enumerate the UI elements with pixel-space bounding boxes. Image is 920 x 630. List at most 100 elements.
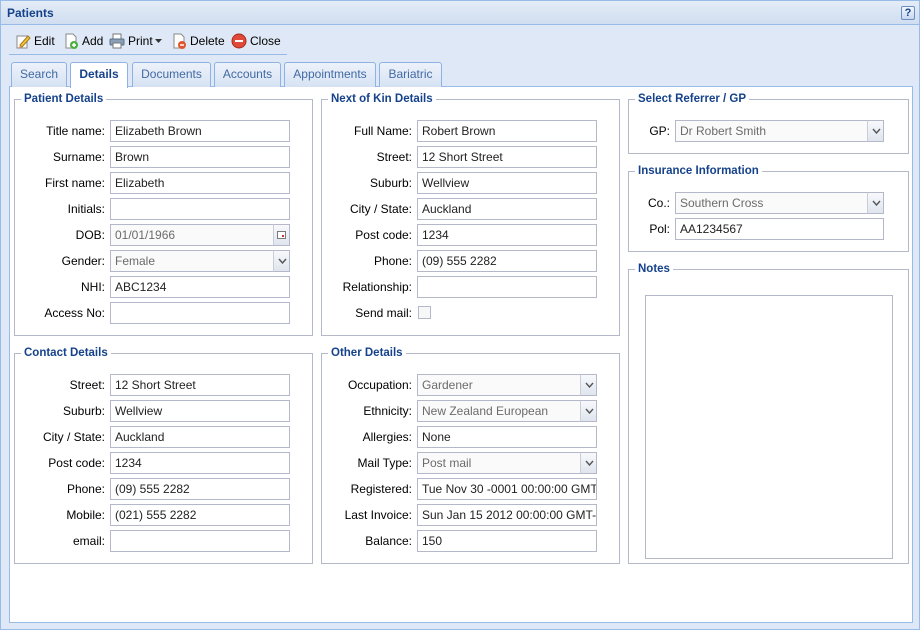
- tab-appointments[interactable]: Appointments: [284, 62, 376, 87]
- nok-suburb-label: Suburb:: [369, 176, 412, 190]
- add-button[interactable]: Add: [61, 31, 105, 51]
- contact-city-row: City / State: Auckland: [15, 426, 314, 448]
- help-button[interactable]: ?: [901, 6, 915, 20]
- last-invoice-input[interactable]: Sun Jan 15 2012 00:00:00 GMT-: [417, 504, 597, 526]
- ethnicity-dropdown-trigger[interactable]: [580, 400, 597, 422]
- contact-city-label: City / State:: [42, 430, 105, 444]
- referrer-fieldset: Select Referrer / GP GP: Dr Robert Smith: [628, 93, 909, 154]
- close-label: Close: [250, 34, 281, 48]
- insurance-policy-input[interactable]: AA1234567: [675, 218, 884, 240]
- tab-strip: Search Details Documents Accounts Appoin…: [9, 61, 913, 88]
- tab-details[interactable]: Details: [70, 62, 128, 88]
- insurance-company-dropdown-trigger[interactable]: [867, 192, 884, 214]
- nok-suburb-input[interactable]: Wellview: [417, 172, 597, 194]
- patient-details-legend: Patient Details: [24, 93, 104, 105]
- other-details-legend: Other Details: [331, 347, 403, 359]
- balance-label: Balance:: [365, 534, 412, 548]
- contact-mobile-input[interactable]: (021) 555 2282: [110, 504, 290, 526]
- delete-page-icon: [173, 33, 186, 49]
- contact-postcode-input[interactable]: 1234: [110, 452, 290, 474]
- contact-street-input[interactable]: 12 Short Street: [110, 374, 290, 396]
- tab-bariatric[interactable]: Bariatric: [379, 62, 442, 87]
- nok-relationship-row: Relationship:: [322, 276, 621, 298]
- access-no-row: Access No:: [15, 302, 314, 324]
- balance-input[interactable]: 150: [417, 530, 597, 552]
- delete-label: Delete: [190, 34, 225, 48]
- tab-search[interactable]: Search: [11, 62, 67, 87]
- contact-city-input[interactable]: Auckland: [110, 426, 290, 448]
- contact-mobile-row: Mobile: (021) 555 2282: [15, 504, 314, 526]
- gp-row: GP: Dr Robert Smith: [629, 120, 910, 142]
- initials-row: Initials:: [15, 198, 314, 220]
- contact-suburb-input[interactable]: Wellview: [110, 400, 290, 422]
- chevron-down-icon: [154, 38, 162, 43]
- mail-type-row: Mail Type: Post mail: [322, 452, 621, 474]
- calendar-icon: [277, 231, 286, 239]
- surname-row: Surname: Brown: [15, 146, 314, 168]
- tab-documents[interactable]: Documents: [132, 62, 211, 87]
- allergies-input[interactable]: None: [417, 426, 597, 448]
- nok-suburb-row: Suburb: Wellview: [322, 172, 621, 194]
- initials-input[interactable]: [110, 198, 290, 220]
- gender-dropdown-trigger[interactable]: [273, 250, 290, 272]
- edit-button[interactable]: Edit: [13, 31, 57, 51]
- title-name-input[interactable]: Elizabeth Brown: [110, 120, 290, 142]
- mail-type-select[interactable]: Post mail: [417, 452, 581, 474]
- nok-postcode-label: Post code:: [355, 228, 412, 242]
- occupation-label: Occupation:: [347, 378, 412, 392]
- tab-accounts[interactable]: Accounts: [214, 62, 281, 87]
- access-no-label: Access No:: [44, 306, 105, 320]
- contact-email-label: email:: [72, 534, 105, 548]
- contact-phone-input[interactable]: (09) 555 2282: [110, 478, 290, 500]
- nok-postcode-row: Post code: 1234: [322, 224, 621, 246]
- other-details-fieldset: Other Details Occupation: Gardener Ethni…: [321, 347, 620, 564]
- occupation-select[interactable]: Gardener: [417, 374, 581, 396]
- contact-details-legend: Contact Details: [24, 347, 108, 359]
- mail-type-dropdown-trigger[interactable]: [580, 452, 597, 474]
- gender-select[interactable]: Female: [110, 250, 274, 272]
- gp-dropdown-trigger[interactable]: [867, 120, 884, 142]
- contact-email-row: email:: [15, 530, 314, 552]
- nok-street-input[interactable]: 12 Short Street: [417, 146, 597, 168]
- notes-textarea[interactable]: [645, 295, 893, 559]
- allergies-row: Allergies: None: [322, 426, 621, 448]
- next-of-kin-fieldset: Next of Kin Details Full Name: Robert Br…: [321, 93, 620, 336]
- nok-relationship-input[interactable]: [417, 276, 597, 298]
- nok-city-input[interactable]: Auckland: [417, 198, 597, 220]
- insurance-company-label: Co.:: [647, 196, 670, 210]
- contact-phone-row: Phone: (09) 555 2282: [15, 478, 314, 500]
- nok-postcode-input[interactable]: 1234: [417, 224, 597, 246]
- registered-input[interactable]: Tue Nov 30 -0001 00:00:00 GMT: [417, 478, 597, 500]
- contact-email-input[interactable]: [110, 530, 290, 552]
- notes-legend: Notes: [638, 263, 670, 275]
- delete-button[interactable]: Delete: [169, 31, 227, 51]
- surname-input[interactable]: Brown: [110, 146, 290, 168]
- access-no-input[interactable]: [110, 302, 290, 324]
- referrer-legend: Select Referrer / GP: [638, 93, 747, 105]
- dob-label: DOB:: [75, 228, 105, 242]
- contact-phone-label: Phone:: [66, 482, 105, 496]
- gp-select[interactable]: Dr Robert Smith: [675, 120, 868, 142]
- first-name-input[interactable]: Elizabeth: [110, 172, 290, 194]
- gp-label: GP:: [649, 124, 670, 138]
- next-of-kin-legend: Next of Kin Details: [331, 93, 433, 105]
- dob-date-trigger[interactable]: [273, 224, 290, 246]
- dob-date-field[interactable]: 01/01/1966: [110, 224, 274, 246]
- occupation-dropdown-trigger[interactable]: [580, 374, 597, 396]
- nhi-input[interactable]: ABC1234: [110, 276, 290, 298]
- nok-phone-input[interactable]: (09) 555 2282: [417, 250, 597, 272]
- contact-postcode-row: Post code: 1234: [15, 452, 314, 474]
- nok-full-name-label: Full Name:: [353, 124, 412, 138]
- nok-city-label: City / State:: [349, 202, 412, 216]
- allergies-label: Allergies:: [362, 430, 412, 444]
- gender-row: Gender: Female: [15, 250, 314, 272]
- insurance-company-select[interactable]: Southern Cross: [675, 192, 868, 214]
- send-mail-checkbox[interactable]: [418, 306, 431, 319]
- ethnicity-select[interactable]: New Zealand European: [417, 400, 581, 422]
- chevron-down-icon: [585, 460, 594, 466]
- nok-full-name-input[interactable]: Robert Brown: [417, 120, 597, 142]
- print-button[interactable]: Print: [107, 31, 164, 51]
- close-button[interactable]: Close: [229, 31, 283, 51]
- contact-suburb-label: Suburb:: [62, 404, 105, 418]
- printer-icon: [109, 33, 125, 49]
